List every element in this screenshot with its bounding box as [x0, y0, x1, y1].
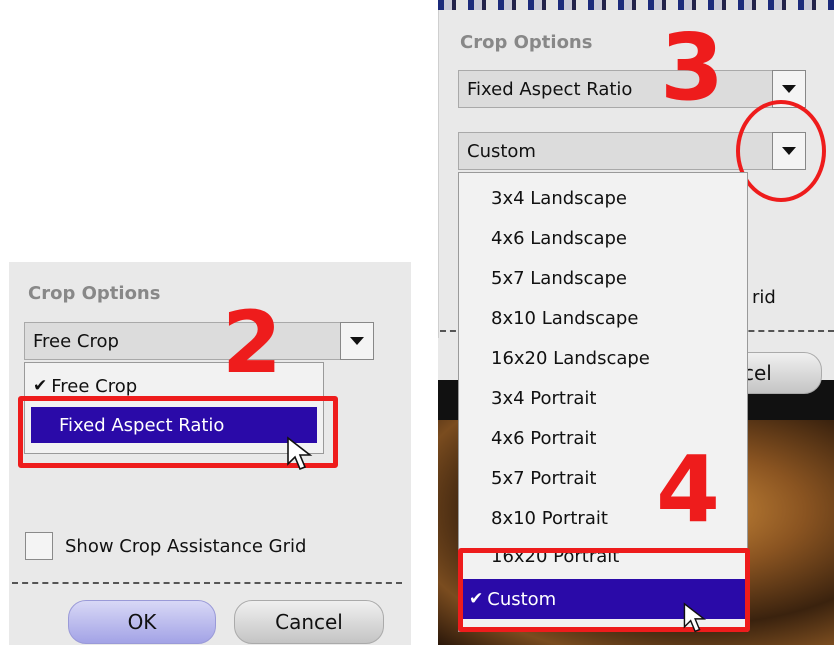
crop-mode-select-right[interactable]: Fixed Aspect Ratio	[458, 70, 774, 108]
ok-button[interactable]: OK	[68, 600, 216, 644]
panel-heading-right: Crop Options	[460, 32, 593, 53]
cancel-button[interactable]: Cancel	[234, 600, 384, 644]
divider-left	[12, 582, 402, 584]
partial-grid-label: rid	[752, 287, 776, 308]
step-number-2: 2	[222, 293, 282, 393]
menu-item-label: Free Crop	[51, 375, 138, 397]
chevron-down-icon	[782, 85, 796, 93]
mouse-pointer-icon	[287, 436, 313, 471]
crop-mode-select-left[interactable]: Free Crop	[24, 322, 346, 360]
menu-item-8x10-landscape[interactable]: 8x10 Landscape	[459, 301, 747, 335]
menu-item-16x20-landscape[interactable]: 16x20 Landscape	[459, 341, 747, 375]
step-number-4: 4	[656, 436, 721, 543]
checkbox-label: Show Crop Assistance Grid	[65, 536, 307, 557]
chevron-down-icon	[350, 337, 364, 345]
menu-item-3x4-landscape[interactable]: 3x4 Landscape	[459, 181, 747, 215]
dropdown-button-left[interactable]	[340, 322, 374, 360]
aspect-ratio-select[interactable]: Custom	[458, 132, 774, 170]
menu-item-5x7-landscape[interactable]: 5x7 Landscape	[459, 261, 747, 295]
menu-item-4x6-landscape[interactable]: 4x6 Landscape	[459, 221, 747, 255]
annotation-circle	[736, 100, 826, 202]
panel-heading-left: Crop Options	[28, 283, 161, 304]
crop-grid-checkbox[interactable]	[25, 532, 53, 560]
menu-item-3x4-portrait[interactable]: 3x4 Portrait	[459, 381, 747, 415]
mouse-pointer-icon	[683, 602, 707, 633]
step-number-3: 3	[660, 14, 725, 121]
checkmark-icon: ✔	[33, 376, 48, 396]
